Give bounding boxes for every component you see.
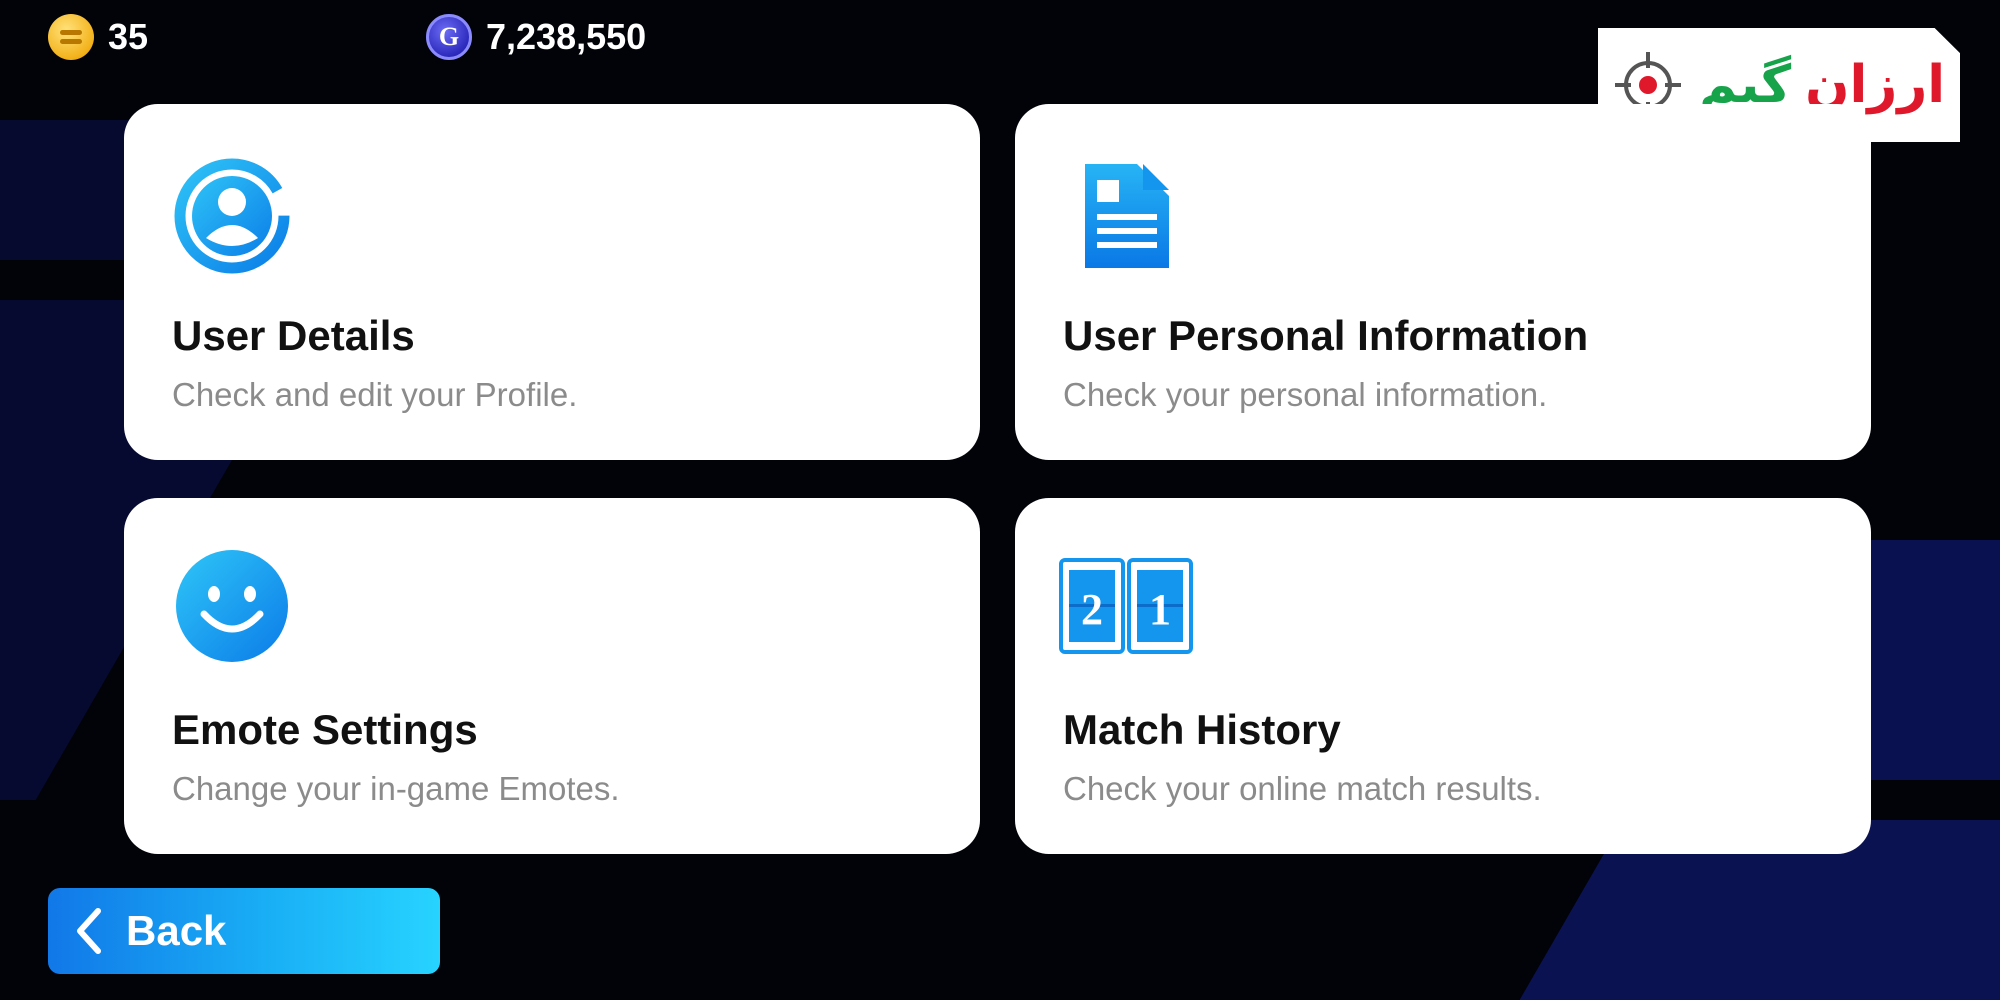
gp-counter: G 7,238,550 (426, 14, 646, 60)
score-left: 2 (1081, 585, 1103, 634)
scoreboard-icon: 2 1 (1059, 558, 1193, 654)
card-description: Check your personal information. (1063, 376, 1548, 413)
match-history-card[interactable]: 2 1 Match History Check your online matc… (1015, 498, 1871, 854)
card-description: Check and edit your Profile. (172, 376, 578, 413)
user-personal-information-card[interactable]: User Personal Information Check your per… (1015, 104, 1871, 460)
chevron-left-icon (77, 908, 101, 954)
card-description: Change your in-game Emotes. (172, 770, 620, 807)
coin-icon (48, 14, 94, 60)
back-button[interactable]: Back (48, 888, 440, 974)
user-details-card[interactable]: User Details Check and edit your Profile… (124, 104, 980, 460)
gp-value: 7,238,550 (486, 16, 647, 57)
coins-value: 35 (108, 16, 149, 57)
coins-counter: 35 (48, 14, 148, 60)
back-button-label: Back (126, 907, 227, 954)
card-title: User Personal Information (1063, 312, 1589, 359)
document-icon (1085, 164, 1169, 268)
card-description: Check your online match results. (1063, 770, 1542, 807)
card-title: Emote Settings (172, 706, 478, 753)
card-title: Match History (1063, 706, 1341, 753)
score-right: 1 (1149, 585, 1171, 634)
profile-menu-screen: 35 G 7,238,550 ارزان گیم User Details Ch… (0, 0, 2000, 1000)
smiley-face-icon (176, 550, 288, 662)
emote-settings-card[interactable]: Emote Settings Change your in-game Emote… (124, 498, 980, 854)
card-title: User Details (172, 312, 415, 359)
gp-icon: G (426, 14, 472, 60)
user-profile-icon (174, 158, 290, 274)
